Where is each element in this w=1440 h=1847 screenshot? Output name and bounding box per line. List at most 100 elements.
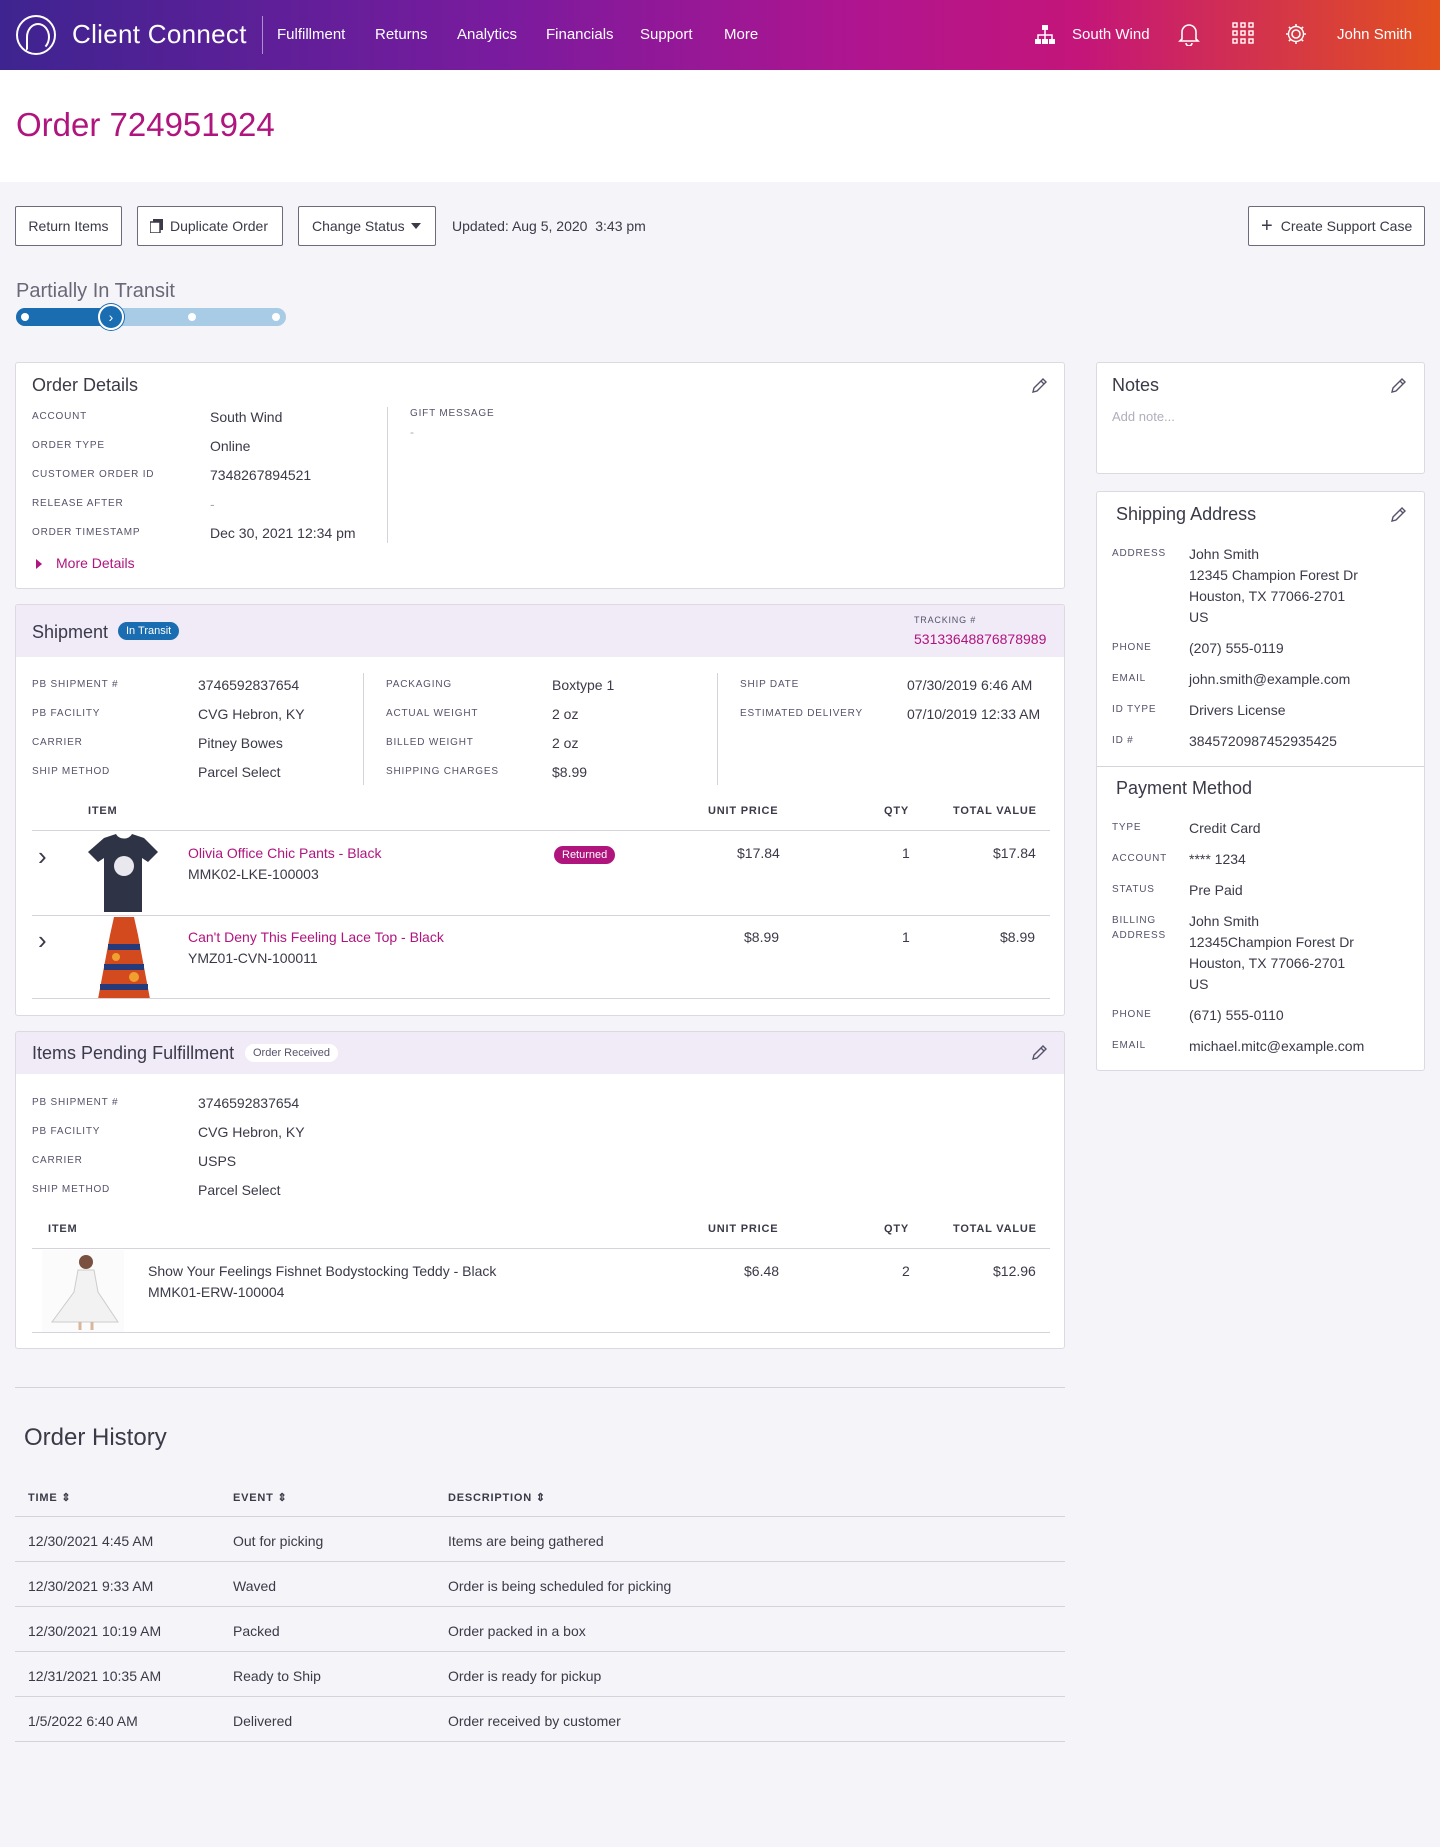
field-label: PHONE <box>1112 1009 1152 1020</box>
field-label: PACKAGING <box>386 679 452 690</box>
header-label: EVENT <box>233 1492 274 1504</box>
user-menu[interactable]: John Smith <box>1337 26 1412 43</box>
field-label: ACCOUNT <box>32 411 88 422</box>
field-label: SHIP METHOD <box>32 1184 111 1195</box>
item-sku: YMZ01-CVN-100011 <box>188 950 318 966</box>
account-value: South Wind <box>210 409 283 425</box>
nav-item-financials[interactable]: Financials <box>546 26 614 43</box>
nav-item-more[interactable]: More <box>724 26 758 43</box>
table-divider <box>32 1248 1050 1249</box>
order-details-title: Order Details <box>32 375 139 395</box>
carrier-value: Pitney Bowes <box>198 735 283 751</box>
edit-pencil-icon[interactable] <box>1389 506 1407 524</box>
bell-icon[interactable] <box>1178 22 1200 46</box>
sort-header-event[interactable]: EVENT ⇕ <box>233 1491 288 1504</box>
item-sku: MMK01-ERW-100004 <box>148 1284 285 1300</box>
total-value: $12.96 <box>993 1263 1036 1279</box>
row-divider <box>32 915 1050 916</box>
notes-input[interactable]: Add note... <box>1112 409 1175 424</box>
table-divider <box>15 1516 1065 1517</box>
field-label: ADDRESS <box>1112 930 1166 941</box>
expand-row-chevron-icon[interactable]: › <box>38 925 47 956</box>
field-label: CUSTOMER ORDER ID <box>32 469 155 480</box>
apps-grid-icon[interactable] <box>1232 22 1254 44</box>
edit-pencil-icon[interactable] <box>1389 377 1407 395</box>
more-details-link[interactable]: More Details <box>56 555 135 571</box>
pb-facility-value: CVG Hebron, KY <box>198 706 305 722</box>
order-timestamp-value: Dec 30, 2021 12:34 pm <box>210 525 356 541</box>
nav-item-analytics[interactable]: Analytics <box>457 26 517 43</box>
row-divider <box>15 1606 1065 1607</box>
order-details-card: Order Details ACCOUNT South Wind ORDER T… <box>15 362 1065 589</box>
logo-icon[interactable] <box>16 15 56 55</box>
field-label: PB SHIPMENT # <box>32 679 119 690</box>
phone-value: (207) 555-0119 <box>1189 640 1284 656</box>
expand-row-chevron-icon[interactable]: › <box>38 841 47 872</box>
column-header-unit-price: UNIT PRICE <box>708 1223 779 1235</box>
billing-line: Houston, TX 77066-2701 <box>1189 955 1346 971</box>
item-name-link[interactable]: Olivia Office Chic Pants - Black <box>188 845 381 861</box>
field-label: ESTIMATED DELIVERY <box>740 708 863 719</box>
billing-line: 12345Champion Forest Dr <box>1189 934 1354 950</box>
progress-step-dot <box>272 313 280 321</box>
nav-item-support[interactable]: Support <box>640 26 693 43</box>
address-line: 12345 Champion Forest Dr <box>1189 567 1358 583</box>
history-description: Order is being scheduled for picking <box>448 1578 672 1594</box>
estimated-delivery-value: 07/10/2019 12:33 AM <box>907 706 1041 722</box>
create-support-case-button[interactable]: + Create Support Case <box>1248 206 1425 246</box>
status-progress-bar: › <box>16 304 286 330</box>
tracking-label: TRACKING # <box>914 615 977 625</box>
history-description: Items are being gathered <box>448 1533 604 1549</box>
tracking-number-link[interactable]: 53133648876878989 <box>914 631 1046 647</box>
edit-pencil-icon[interactable] <box>1030 1044 1048 1062</box>
carrier-value: USPS <box>198 1153 237 1169</box>
sort-header-time[interactable]: TIME ⇕ <box>28 1491 71 1504</box>
quantity: 1 <box>902 929 910 945</box>
return-items-button[interactable]: Return Items <box>15 206 122 246</box>
page-title: Order 724951924 <box>16 106 275 143</box>
sort-header-description[interactable]: DESCRIPTION ⇕ <box>448 1491 546 1504</box>
edit-pencil-icon[interactable] <box>1030 377 1048 395</box>
nav-item-returns[interactable]: Returns <box>375 26 428 43</box>
caret-down-icon <box>411 223 421 234</box>
gear-icon[interactable] <box>1284 22 1308 46</box>
column-header-item: ITEM <box>48 1223 78 1235</box>
address-line: US <box>1189 609 1209 625</box>
current-step-chevron-icon: › <box>98 304 124 330</box>
history-time: 12/31/2021 10:35 AM <box>28 1668 162 1684</box>
history-event: Ready to Ship <box>233 1668 321 1684</box>
column-divider <box>387 407 388 543</box>
shipping-address-title: Shipping Address <box>1116 504 1257 524</box>
account-switcher[interactable]: South Wind <box>1072 26 1150 43</box>
field-label: CARRIER <box>32 737 83 748</box>
pending-fulfillment-card: Items Pending Fulfillment Order Received… <box>15 1031 1065 1349</box>
in-transit-badge: In Transit <box>118 622 180 640</box>
order-type-value: Online <box>210 438 251 454</box>
field-label: STATUS <box>1112 884 1155 895</box>
total-value: $8.99 <box>1000 929 1036 945</box>
field-label: ACTUAL WEIGHT <box>386 708 479 719</box>
row-divider <box>32 998 1050 999</box>
pb-shipment-value: 3746592837654 <box>198 1095 300 1111</box>
expand-caret-icon[interactable] <box>36 559 47 569</box>
pb-shipment-value: 3746592837654 <box>198 677 300 693</box>
item-name-link[interactable]: Can't Deny This Feeling Lace Top - Black <box>188 929 444 945</box>
release-after-value: - <box>210 496 215 512</box>
duplicate-order-button[interactable]: Duplicate Order <box>137 206 283 246</box>
change-status-dropdown[interactable]: Change Status <box>298 206 436 246</box>
history-description: Order received by customer <box>448 1713 621 1729</box>
column-header-qty: QTY <box>884 805 910 817</box>
history-event: Waved <box>233 1578 277 1594</box>
nav-item-fulfillment[interactable]: Fulfillment <box>277 26 345 43</box>
order-received-badge: Order Received <box>245 1044 339 1062</box>
address-line: Houston, TX 77066-2701 <box>1189 588 1346 604</box>
field-label: SHIP DATE <box>740 679 800 690</box>
billing-phone-value: (671) 555-0110 <box>1189 1007 1284 1023</box>
ship-method-value: Parcel Select <box>198 764 281 780</box>
brand-name[interactable]: Client Connect <box>72 19 247 50</box>
org-hierarchy-icon[interactable] <box>1034 24 1056 46</box>
table-divider <box>32 830 1050 831</box>
field-label: EMAIL <box>1112 673 1147 684</box>
history-time: 12/30/2021 10:19 AM <box>28 1623 162 1639</box>
header-label: TIME <box>28 1492 58 1504</box>
